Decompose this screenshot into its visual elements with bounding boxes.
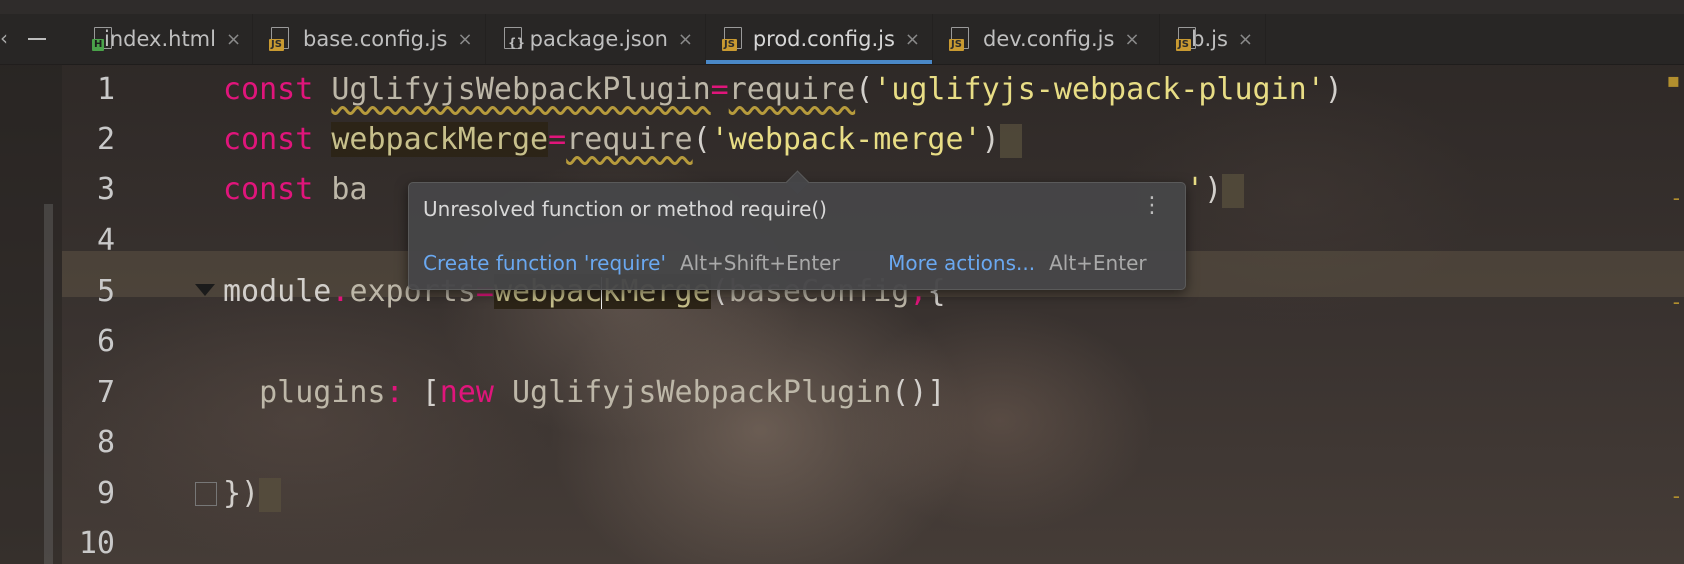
line-number: 2 [96, 122, 115, 157]
line-number: 7 [96, 375, 115, 410]
warning-marker-icon[interactable]: - [1673, 290, 1680, 314]
close-icon[interactable]: × [905, 29, 920, 50]
tab-prod-config-js[interactable]: JS prod.config.js × [706, 14, 933, 64]
warning-marker-icon[interactable]: ▪ [1666, 68, 1680, 92]
js-file-icon: JS [722, 27, 742, 51]
title-strip [0, 0, 1684, 14]
more-options-icon[interactable]: ⋮ [1141, 195, 1163, 217]
tab-label: base.config.js [303, 27, 448, 51]
tab-dev-config-js[interactable]: JS dev.config.js × [933, 14, 1160, 64]
code-line-7[interactable]: plugins: [new UglifyjsWebpackPlugin()] [223, 375, 945, 410]
json-file-icon: {} [502, 27, 525, 51]
gutter-scrollbar[interactable] [44, 204, 53, 564]
fold-end-icon[interactable] [195, 482, 217, 506]
line-number: 9 [96, 476, 115, 511]
tab-label: index.html [104, 27, 216, 51]
line-number: 5 [96, 274, 115, 309]
line-number: 10 [78, 526, 115, 561]
line-number: 1 [96, 72, 115, 107]
shortcut-label: Alt+Enter [1049, 251, 1147, 275]
tab-bar-controls[interactable]: ‹ [0, 14, 70, 64]
line-number: 3 [96, 172, 115, 207]
fold-open-icon[interactable] [195, 284, 215, 296]
js-file-icon: JS [949, 27, 971, 51]
code-line-3-tail[interactable]: ') [1186, 172, 1245, 208]
tab-label: package.json [529, 27, 668, 51]
close-icon[interactable]: × [1124, 29, 1139, 50]
line-number: 8 [96, 425, 115, 460]
line-number: 6 [96, 324, 115, 359]
js-file-icon: JS [269, 27, 291, 51]
code-line-2[interactable]: const webpackMerge=require('webpack-merg… [223, 122, 1022, 158]
warning-marker-icon[interactable]: - [1673, 484, 1680, 508]
tab-label: b.js [1191, 27, 1228, 51]
editor-tab-bar: ‹ H index.html × JS base.config.js × {} … [0, 14, 1684, 65]
close-icon[interactable]: × [1238, 29, 1253, 50]
shortcut-label: Alt+Shift+Enter [679, 251, 840, 275]
tab-base-config-js[interactable]: JS base.config.js × [253, 14, 486, 64]
tab-b-js[interactable]: JS b.js × [1160, 14, 1266, 64]
code-line-9[interactable]: }) [223, 476, 282, 512]
close-icon[interactable]: × [226, 29, 241, 50]
more-actions-link[interactable]: More actions... [888, 251, 1035, 275]
code-line-3[interactable]: const ba [223, 172, 368, 207]
collapse-icon[interactable] [28, 38, 46, 40]
scroll-left-icon[interactable]: ‹ [0, 26, 8, 50]
inspection-tooltip: Unresolved function or method require() … [408, 170, 1186, 290]
editor-gutter [0, 64, 62, 564]
tab-index-html[interactable]: H index.html × [76, 14, 253, 64]
line-number: 4 [96, 223, 115, 258]
tab-package-json[interactable]: {} package.json × [486, 14, 706, 64]
warning-marker-icon[interactable]: - [1673, 186, 1680, 210]
tooltip-message: Unresolved function or method require() [423, 197, 827, 221]
create-function-action[interactable]: Create function 'require' [423, 251, 666, 275]
js-file-icon: JS [1176, 27, 1196, 51]
code-line-1[interactable]: const UglifyjsWebpackPlugin=require('ugl… [223, 72, 1343, 107]
close-icon[interactable]: × [678, 29, 693, 50]
tab-label: prod.config.js [752, 27, 895, 51]
close-icon[interactable]: × [457, 29, 472, 50]
tab-label: dev.config.js [983, 27, 1115, 51]
